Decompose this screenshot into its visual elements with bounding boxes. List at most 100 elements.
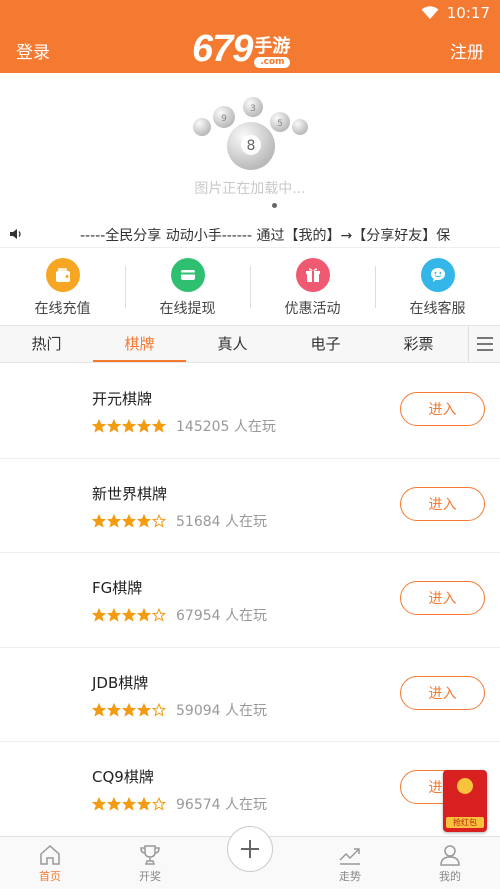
player-count: 67954 人在玩: [176, 608, 267, 624]
star-rating: [92, 513, 166, 528]
logo-number: 679: [192, 28, 253, 70]
svg-text:3: 3: [250, 104, 256, 114]
tab-hot[interactable]: 热门: [0, 326, 93, 362]
logo-text: 手游: [254, 36, 291, 57]
home-icon: [40, 844, 60, 865]
quick-action-withdraw[interactable]: 在线提现: [125, 250, 250, 325]
player-count: 145205 人在玩: [176, 419, 276, 435]
star-empty-icon: [152, 797, 166, 811]
svg-text:9: 9: [221, 114, 227, 124]
enter-button[interactable]: 进入: [400, 675, 485, 710]
star-filled-icon: [137, 419, 151, 433]
star-filled-icon: [137, 608, 151, 622]
quick-actions: 在线充值 在线提现 优惠活动 在线客服: [0, 250, 500, 325]
quick-action-promotions[interactable]: 优惠活动: [250, 250, 375, 325]
nav-draw[interactable]: 开奖: [100, 837, 200, 889]
category-tabs: 热门 棋牌 真人 电子 彩票: [0, 325, 500, 363]
star-filled-icon: [122, 419, 136, 433]
star-filled-icon: [107, 419, 121, 433]
nav-label: 开奖: [139, 870, 161, 883]
chat-icon: [420, 258, 455, 292]
status-bar: 10:17: [421, 4, 490, 22]
notice-marquee[interactable]: -----全民分享 动动小手------ 通过【我的】→【分享好友】保: [0, 220, 500, 248]
enter-button[interactable]: 进入: [400, 581, 485, 615]
tab-live[interactable]: 真人: [186, 326, 279, 362]
speaker-icon: [10, 229, 21, 239]
star-filled-icon: [122, 608, 136, 622]
star-rating: [92, 608, 166, 622]
quick-action-label: 在线客服: [409, 301, 466, 317]
star-rating: [92, 797, 166, 811]
list-item[interactable]: 新世界棋牌 51684 人在玩 进入: [0, 458, 500, 553]
game-list: 开元棋牌 145205 人在玩 进入 新世界棋牌 51684 人在玩 进入 FG…: [0, 364, 500, 837]
nav-label: 走势: [339, 870, 361, 883]
wifi-icon: [421, 6, 439, 19]
star-filled-icon: [122, 513, 136, 528]
star-filled-icon: [107, 702, 121, 717]
game-name: CQ9棋牌: [92, 768, 154, 786]
star-filled-icon: [137, 797, 151, 811]
list-item[interactable]: CQ9棋牌 96574 人在玩 进入: [0, 742, 500, 837]
star-filled-icon: [137, 513, 151, 528]
star-filled-icon: [92, 608, 106, 622]
app-header: 10:17 登录 679 手游 .com 注册: [0, 0, 500, 73]
banner-carousel[interactable]: 8 9 3 5 图片正在加载中...: [0, 73, 500, 213]
star-filled-icon: [92, 513, 106, 528]
red-envelope-button[interactable]: 抢红包: [443, 770, 487, 832]
app-logo: 679 手游 .com: [192, 28, 291, 70]
coin-icon: [457, 778, 473, 794]
star-filled-icon: [92, 797, 106, 811]
game-name: 开元棋牌: [92, 390, 153, 408]
svg-text:8: 8: [247, 138, 256, 154]
star-filled-icon: [122, 702, 136, 717]
card-icon: [170, 258, 205, 292]
star-filled-icon: [92, 419, 106, 433]
quick-action-recharge[interactable]: 在线充值: [0, 250, 125, 325]
player-count: 96574 人在玩: [176, 797, 267, 813]
quick-action-label: 在线充值: [34, 301, 91, 317]
star-filled-icon: [152, 419, 166, 433]
nav-label: 我的: [439, 870, 461, 883]
player-count: 59094 人在玩: [176, 702, 267, 719]
star-empty-icon: [152, 608, 166, 622]
logo-domain: .com: [254, 57, 291, 68]
enter-button[interactable]: 进入: [400, 486, 485, 521]
star-filled-icon: [107, 608, 121, 622]
game-name: JDB棋牌: [92, 673, 149, 692]
quick-action-support[interactable]: 在线客服: [375, 250, 500, 325]
star-empty-icon: [152, 702, 166, 717]
player-count: 51684 人在玩: [176, 513, 267, 530]
list-item[interactable]: JDB棋牌 59094 人在玩 进入: [0, 647, 500, 742]
star-rating: [92, 419, 166, 433]
star-filled-icon: [122, 797, 136, 811]
nav-trend[interactable]: 走势: [300, 837, 400, 889]
login-button[interactable]: 登录: [16, 38, 50, 63]
game-name: 新世界棋牌: [92, 484, 168, 503]
register-button[interactable]: 注册: [450, 38, 484, 63]
quick-action-label: 优惠活动: [284, 301, 341, 317]
list-item[interactable]: FG棋牌 67954 人在玩 进入: [0, 553, 500, 648]
red-envelope-label: 抢红包: [446, 817, 484, 828]
nav-home[interactable]: 首页: [0, 837, 100, 889]
star-filled-icon: [92, 702, 106, 717]
lottery-balls-placeholder-icon: 8 9 3 5: [193, 97, 308, 170]
star-filled-icon: [107, 797, 121, 811]
banner-loading-text: 图片正在加载中...: [194, 181, 306, 197]
tab-chess-cards[interactable]: 棋牌: [93, 326, 186, 362]
tab-lottery[interactable]: 彩票: [372, 326, 465, 362]
star-empty-icon: [152, 513, 166, 528]
nav-label: 首页: [39, 870, 61, 883]
carousel-indicator: [272, 203, 277, 208]
trophy-icon: [140, 845, 160, 865]
nav-mine[interactable]: 我的: [400, 837, 500, 889]
game-name: FG棋牌: [92, 579, 143, 597]
enter-button[interactable]: 进入: [400, 392, 485, 426]
add-button[interactable]: [227, 826, 273, 872]
list-item[interactable]: 开元棋牌 145205 人在玩 进入: [0, 364, 500, 459]
gift-icon: [295, 258, 330, 292]
tab-electronic[interactable]: 电子: [279, 326, 372, 362]
user-icon: [440, 845, 460, 866]
plus-icon: [241, 840, 259, 858]
svg-text:5: 5: [277, 119, 283, 129]
menu-icon[interactable]: [468, 326, 500, 362]
